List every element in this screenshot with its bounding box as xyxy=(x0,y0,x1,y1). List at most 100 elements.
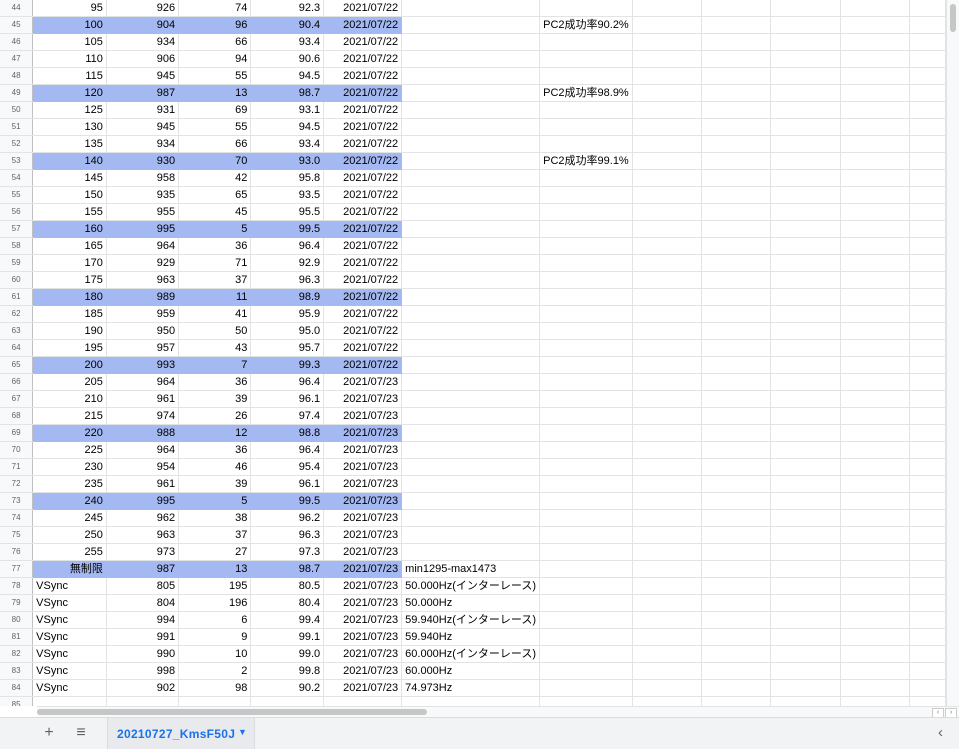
cell-g[interactable]: PC2成功率90.2% xyxy=(539,16,633,34)
cell-a[interactable]: 110 xyxy=(32,50,107,68)
cell-d[interactable]: 94.5 xyxy=(250,67,325,85)
cell-d[interactable]: 94.5 xyxy=(250,118,325,136)
cell-a[interactable]: 170 xyxy=(32,254,107,272)
cell-j[interactable] xyxy=(770,543,841,561)
cell-j[interactable] xyxy=(770,118,841,136)
cell-k[interactable] xyxy=(840,662,911,680)
cell-c[interactable]: 66 xyxy=(178,33,252,51)
cell-d[interactable]: 99.3 xyxy=(250,356,325,374)
cell-l[interactable] xyxy=(909,67,946,85)
cell-b[interactable]: 989 xyxy=(106,288,180,306)
cell-h[interactable] xyxy=(632,186,703,204)
cell-i[interactable] xyxy=(701,458,772,476)
cell-b[interactable]: 964 xyxy=(106,237,180,255)
cell-l[interactable] xyxy=(909,560,946,578)
cell-e[interactable]: 2021/07/22 xyxy=(323,339,403,357)
cell-l[interactable] xyxy=(909,322,946,340)
cell-g[interactable] xyxy=(539,560,633,578)
cell-i[interactable] xyxy=(701,509,772,527)
cell-k[interactable] xyxy=(840,152,911,170)
cell-c[interactable]: 71 xyxy=(178,254,252,272)
cell-h[interactable] xyxy=(632,237,703,255)
cell-h[interactable] xyxy=(632,662,703,680)
cell-d[interactable]: 96.3 xyxy=(250,271,325,289)
cell-k[interactable] xyxy=(840,203,911,221)
cell-i[interactable] xyxy=(701,696,772,706)
cell-f[interactable] xyxy=(401,475,541,493)
cell-j[interactable] xyxy=(770,33,841,51)
cell-b[interactable]: 963 xyxy=(106,526,180,544)
cell-b[interactable]: 904 xyxy=(106,16,180,34)
cell-c[interactable]: 37 xyxy=(178,271,252,289)
cell-i[interactable] xyxy=(701,254,772,272)
cell-a[interactable]: 235 xyxy=(32,475,107,493)
cell-f[interactable] xyxy=(401,492,541,510)
cell-d[interactable]: 80.4 xyxy=(250,594,325,612)
cell-e[interactable]: 2021/07/23 xyxy=(323,492,403,510)
cell-j[interactable] xyxy=(770,84,841,102)
cell-i[interactable] xyxy=(701,390,772,408)
cell-c[interactable]: 196 xyxy=(178,594,252,612)
cell-f[interactable] xyxy=(401,543,541,561)
row-header[interactable]: 85 xyxy=(0,696,34,706)
cell-a[interactable]: 155 xyxy=(32,203,107,221)
cell-d[interactable]: 98.7 xyxy=(250,84,325,102)
cell-b[interactable]: 988 xyxy=(106,424,180,442)
cell-k[interactable] xyxy=(840,169,911,187)
cell-g[interactable] xyxy=(539,135,633,153)
row-header[interactable]: 66 xyxy=(0,373,34,391)
cell-g[interactable] xyxy=(539,305,633,323)
cell-j[interactable] xyxy=(770,458,841,476)
cell-g[interactable] xyxy=(539,628,633,646)
cell-k[interactable] xyxy=(840,220,911,238)
cell-e[interactable]: 2021/07/22 xyxy=(323,356,403,374)
cell-f[interactable] xyxy=(401,696,541,706)
cell-c[interactable]: 9 xyxy=(178,628,252,646)
cell-i[interactable] xyxy=(701,67,772,85)
cell-b[interactable]: 906 xyxy=(106,50,180,68)
cell-f[interactable] xyxy=(401,254,541,272)
cell-d[interactable]: 95.0 xyxy=(250,322,325,340)
cell-c[interactable]: 5 xyxy=(178,220,252,238)
cell-k[interactable] xyxy=(840,305,911,323)
cell-a[interactable]: 無制限 xyxy=(32,560,107,578)
cell-k[interactable] xyxy=(840,526,911,544)
cell-b[interactable]: 958 xyxy=(106,169,180,187)
cell-b[interactable]: 935 xyxy=(106,186,180,204)
cell-l[interactable] xyxy=(909,526,946,544)
cell-g[interactable] xyxy=(539,441,633,459)
cell-j[interactable] xyxy=(770,407,841,425)
cell-d[interactable]: 93.0 xyxy=(250,152,325,170)
cell-g[interactable] xyxy=(539,186,633,204)
cell-h[interactable] xyxy=(632,696,703,706)
row-header[interactable]: 46 xyxy=(0,33,34,51)
cell-i[interactable] xyxy=(701,645,772,663)
cell-d[interactable]: 90.6 xyxy=(250,50,325,68)
cell-g[interactable] xyxy=(539,475,633,493)
add-sheet-icon[interactable]: + xyxy=(40,724,58,742)
cell-k[interactable] xyxy=(840,560,911,578)
cell-j[interactable] xyxy=(770,203,841,221)
cell-h[interactable] xyxy=(632,16,703,34)
cell-c[interactable]: 36 xyxy=(178,441,252,459)
cell-b[interactable]: 926 xyxy=(106,0,180,17)
cell-b[interactable]: 902 xyxy=(106,679,180,697)
row-header[interactable]: 68 xyxy=(0,407,34,425)
cell-e[interactable]: 2021/07/22 xyxy=(323,67,403,85)
cell-d[interactable]: 80.5 xyxy=(250,577,325,595)
cell-g[interactable] xyxy=(539,322,633,340)
cell-d[interactable]: 95.7 xyxy=(250,339,325,357)
cell-f[interactable] xyxy=(401,16,541,34)
cell-f[interactable]: 59.940Hz xyxy=(401,628,541,646)
cell-a[interactable]: 195 xyxy=(32,339,107,357)
cell-j[interactable] xyxy=(770,237,841,255)
cell-j[interactable] xyxy=(770,288,841,306)
cell-k[interactable] xyxy=(840,339,911,357)
sheet-tab-menu-icon[interactable]: ▼ xyxy=(238,727,247,737)
cell-a[interactable]: VSync xyxy=(32,577,107,595)
cell-l[interactable] xyxy=(909,662,946,680)
row-header[interactable]: 45 xyxy=(0,16,34,34)
cell-d[interactable]: 92.9 xyxy=(250,254,325,272)
cell-a[interactable]: 215 xyxy=(32,407,107,425)
row-header[interactable]: 61 xyxy=(0,288,34,306)
